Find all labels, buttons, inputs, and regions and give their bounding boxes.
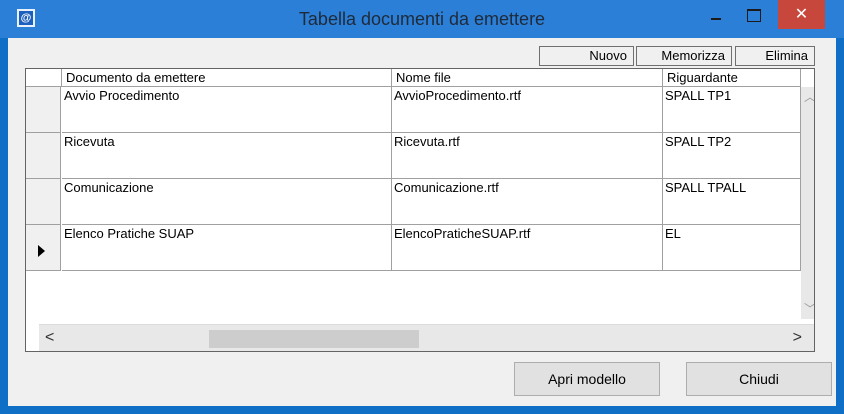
cell-documento[interactable]: Ricevuta bbox=[62, 133, 392, 179]
horizontal-scrollbar[interactable]: < > bbox=[39, 324, 814, 351]
scroll-up-arrow-icon[interactable]: ︿ bbox=[804, 91, 814, 103]
cell-riguardante[interactable]: SPALL TP1 bbox=[663, 87, 801, 133]
column-header-documento[interactable]: Documento da emettere bbox=[62, 69, 392, 87]
close-button[interactable]: ✕ bbox=[778, 0, 825, 29]
column-header-nome-file[interactable]: Nome file bbox=[392, 69, 663, 87]
delete-button[interactable]: Elimina bbox=[735, 46, 815, 66]
cell-documento[interactable]: Elenco Pratiche SUAP bbox=[62, 225, 392, 271]
close-dialog-button[interactable]: Chiudi bbox=[686, 362, 832, 396]
scroll-left-arrow-icon[interactable]: < bbox=[45, 329, 54, 347]
cell-documento[interactable]: Avvio Procedimento bbox=[62, 87, 392, 133]
cell-nome-file[interactable]: ElencoPraticheSUAP.rtf bbox=[392, 225, 663, 271]
cell-riguardante[interactable]: SPALL TPALL bbox=[663, 179, 801, 225]
grid-corner-header bbox=[26, 69, 62, 87]
dialog-window: @ Tabella documenti da emettere ✕ Nuovo … bbox=[0, 0, 844, 414]
minimize-button[interactable] bbox=[699, 1, 733, 31]
cell-riguardante[interactable]: SPALL TP2 bbox=[663, 133, 801, 179]
cell-nome-file[interactable]: Comunicazione.rtf bbox=[392, 179, 663, 225]
row-header[interactable] bbox=[26, 133, 61, 179]
documents-grid[interactable]: Documento da emettere Nome file Riguarda… bbox=[25, 68, 815, 352]
current-row-indicator[interactable] bbox=[26, 225, 61, 271]
cell-riguardante[interactable]: EL bbox=[663, 225, 801, 271]
row-header[interactable] bbox=[26, 179, 61, 225]
save-button[interactable]: Memorizza bbox=[636, 46, 732, 66]
title-bar[interactable]: @ Tabella documenti da emettere ✕ bbox=[0, 0, 844, 38]
cell-nome-file[interactable]: AvvioProcedimento.rtf bbox=[392, 87, 663, 133]
new-button[interactable]: Nuovo bbox=[539, 46, 634, 66]
open-template-button[interactable]: Apri modello bbox=[514, 362, 660, 396]
scroll-right-arrow-icon[interactable]: > bbox=[793, 329, 802, 347]
vertical-scrollbar[interactable]: ︿ ﹀ bbox=[801, 87, 814, 319]
column-header-riguardante[interactable]: Riguardante bbox=[663, 69, 801, 87]
maximize-button[interactable] bbox=[736, 1, 770, 31]
scroll-down-arrow-icon[interactable]: ﹀ bbox=[804, 303, 814, 315]
cell-documento[interactable]: Comunicazione bbox=[62, 179, 392, 225]
horizontal-scroll-thumb[interactable] bbox=[209, 330, 419, 348]
cell-nome-file[interactable]: Ricevuta.rtf bbox=[392, 133, 663, 179]
row-header[interactable] bbox=[26, 87, 61, 133]
